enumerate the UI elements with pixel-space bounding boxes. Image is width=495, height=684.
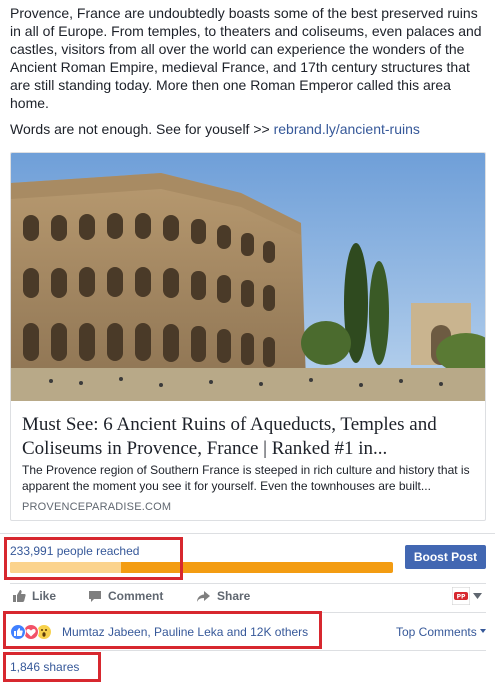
card-description: The Provence region of Southern France i… [22, 463, 470, 493]
caret-down-icon [480, 629, 487, 633]
link-preview-card[interactable]: Must See: 6 Ancient Ruins of Aqueducts, … [10, 152, 486, 521]
colosseum-image[interactable] [11, 153, 485, 401]
share-button[interactable]: Share [196, 589, 250, 603]
like-button[interactable]: Like [12, 589, 56, 603]
speech-bubble-icon [88, 590, 102, 603]
svg-text:PP: PP [457, 594, 466, 601]
action-bar: Like Comment Share PP [0, 584, 495, 610]
share-label: Share [217, 589, 251, 603]
page-avatar-icon: PP [452, 587, 470, 605]
cta-text: Words are not enough. See for youself >> [10, 121, 274, 137]
thumbs-up-icon [12, 589, 26, 603]
post-as-selector[interactable]: PP [452, 587, 482, 605]
top-comments-label: Top Comments [396, 625, 477, 639]
post-paragraph: Provence, France are undoubtedly boasts … [10, 5, 482, 111]
post-link[interactable]: rebrand.ly/ancient-ruins [274, 121, 420, 137]
highlight-box-reach [4, 537, 183, 580]
post-paragraph-cta: Words are not enough. See for youself >>… [10, 120, 485, 138]
comment-label: Comment [108, 589, 164, 603]
top-comments-dropdown[interactable]: Top Comments [396, 625, 487, 639]
divider [0, 533, 495, 534]
post-message: Provence, France are undoubtedly boasts … [10, 4, 485, 146]
comment-button[interactable]: Comment [88, 589, 163, 603]
caret-down-icon [473, 593, 482, 599]
divider [10, 650, 486, 651]
highlight-box-shares [3, 652, 101, 682]
like-label: Like [32, 589, 57, 603]
share-arrow-icon [196, 590, 211, 603]
like-reaction-icon [10, 624, 26, 640]
boost-post-button[interactable]: Boost Post [405, 545, 486, 569]
card-title[interactable]: Must See: 6 Ancient Ruins of Aqueducts, … [22, 413, 477, 461]
card-domain: PROVENCEPARADISE.COM [22, 501, 172, 513]
